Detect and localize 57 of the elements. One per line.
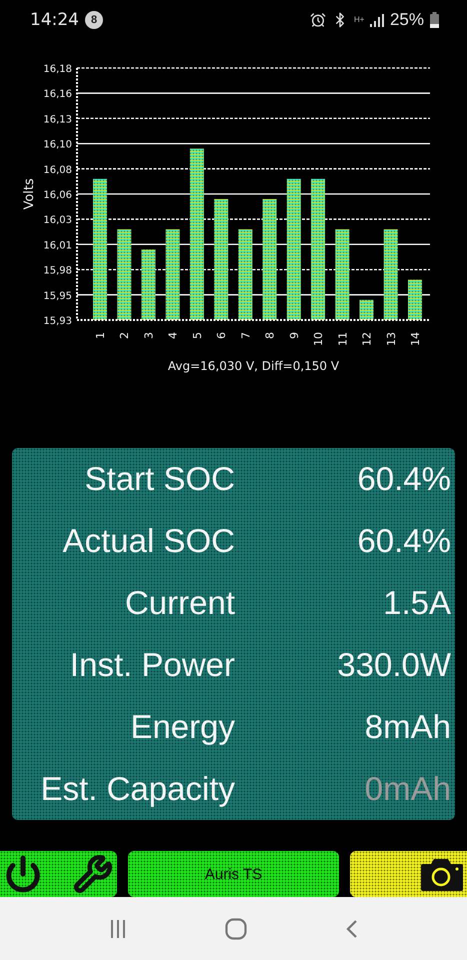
x-tick-label: 14 [409,332,422,346]
y-tick-label: 16,10 [43,140,72,151]
x-tick-label: 13 [384,332,398,346]
x-tick-label: 3 [142,332,156,339]
x-tick-label: 6 [215,332,228,339]
settings-button[interactable] [73,854,113,894]
y-tick-label: 16,03 [43,215,72,226]
x-axis-title: Avg=16,030 V, Diff=0,150 V [168,359,340,373]
y-tick-label: 16,01 [43,240,72,252]
x-tick-label: 5 [190,332,204,339]
y-tick-label: 16,08 [43,164,72,176]
stat-label: Actual SOC [62,522,235,560]
stat-value: 60.4% [356,522,451,560]
y-axis-title: Volts [22,178,37,210]
x-tick-label: 11 [336,332,350,346]
signal-icon [370,14,384,26]
x-tick-label: 7 [239,332,252,339]
battery-percent: 25% [390,10,424,30]
stat-value: 0mAh [364,770,451,808]
y-tick-label: 15,93 [43,316,72,327]
notification-badge: 8 [85,11,103,29]
camera-button[interactable] [350,851,467,897]
battery-icon [430,12,439,28]
stat-label: Start SOC [84,460,235,498]
x-tick-label: 10 [312,332,326,346]
bar [141,249,156,320]
bar [408,280,422,320]
stat-value: 1.5A [382,584,451,622]
x-tick-label: 4 [166,332,180,339]
stat-value: 330.0W [336,646,451,684]
alarm-icon [310,12,326,28]
stat-label: Current [124,584,235,622]
home-icon[interactable] [224,918,246,940]
y-tick-label: 16,13 [43,114,72,126]
x-tick-label: 1 [94,332,107,339]
y-tick-label: 16,06 [43,190,72,201]
x-tick-label: 8 [264,332,277,339]
recent-apps-icon[interactable] [110,920,126,938]
power-button[interactable] [4,855,42,893]
camera-icon [421,857,463,891]
y-tick-label: 16,18 [43,64,72,75]
y-tick-label: 15,95 [43,290,72,302]
status-time: 14:24 [30,10,79,30]
stat-value: 60.4% [356,460,451,498]
stat-label: Est. Capacity [40,770,235,808]
vehicle-button[interactable]: Auris TS [128,851,339,897]
stat-label: Inst. Power [68,646,235,684]
bar [360,300,374,320]
x-tick-label: 9 [288,332,301,339]
network-type: H+ [354,16,364,24]
stat-value: 8mAh [364,708,451,746]
y-tick-label: 16,16 [43,89,72,100]
stat-label: Energy [129,708,235,746]
back-icon[interactable] [346,918,358,938]
x-tick-label: 12 [360,332,374,346]
y-tick-label: 15,98 [43,266,72,277]
x-tick-label: 2 [118,332,132,339]
